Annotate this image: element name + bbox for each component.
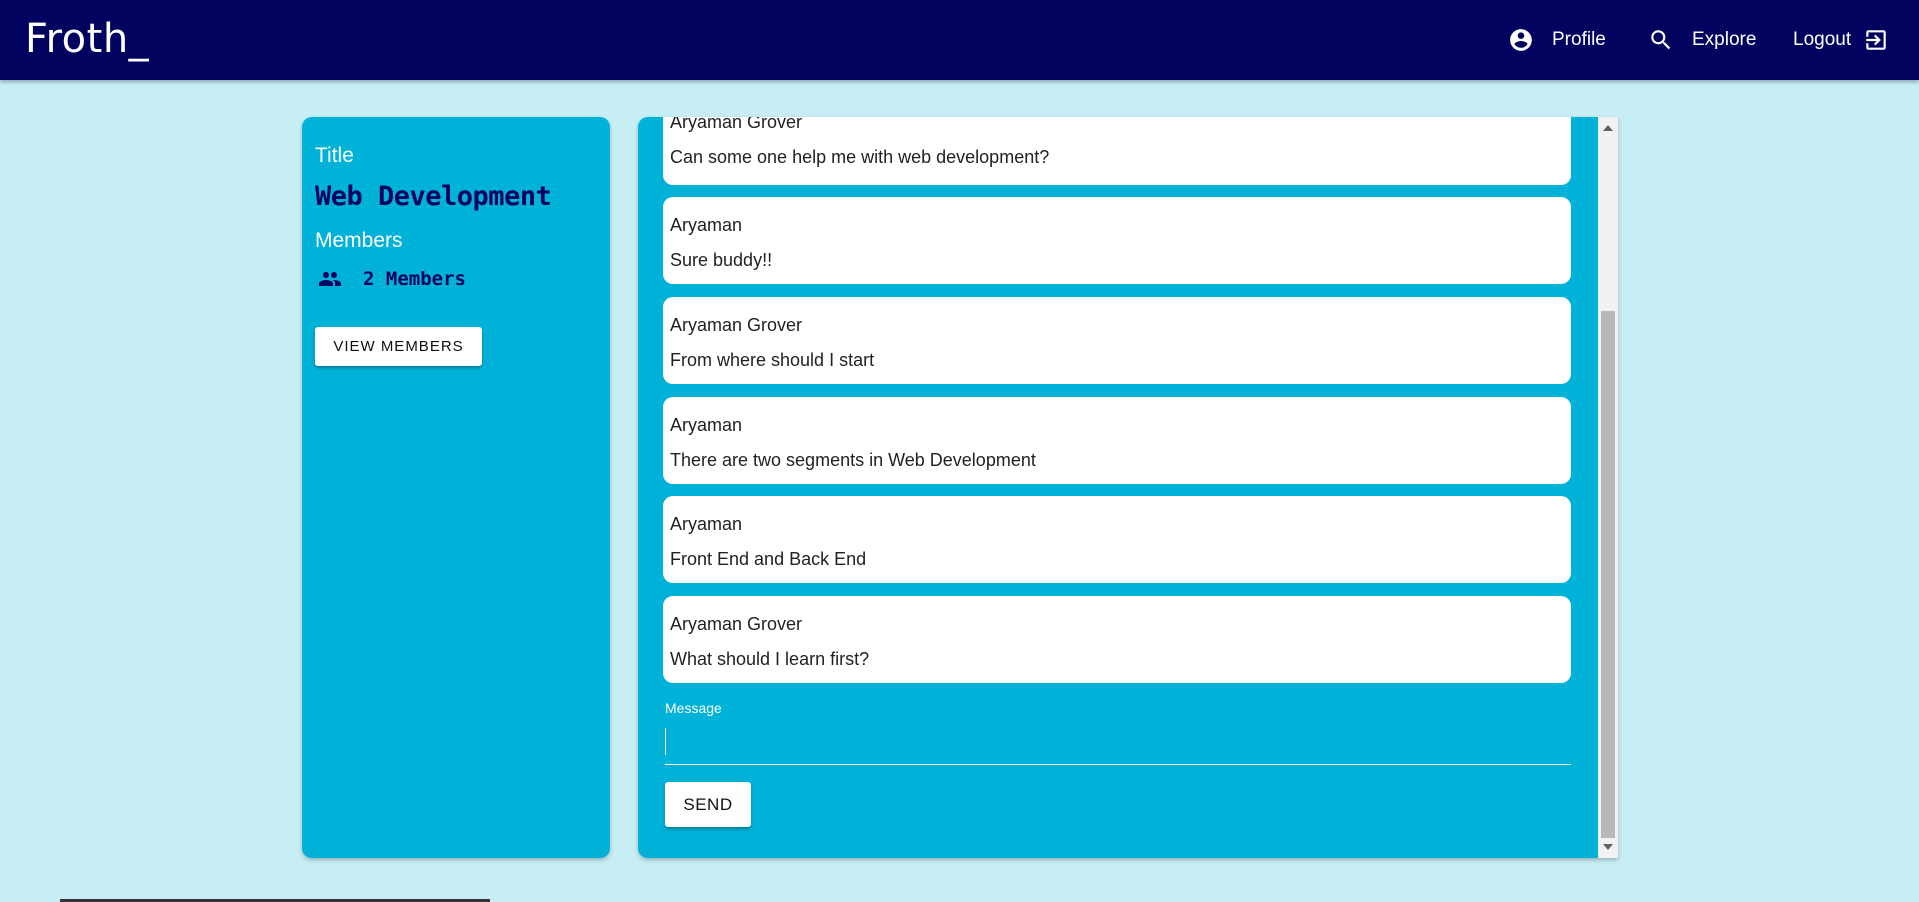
- message-field-label: Message: [665, 700, 722, 716]
- logout-icon: [1866, 30, 1886, 50]
- scroll-up-arrow-icon[interactable]: [1603, 125, 1613, 131]
- nav-explore-button[interactable]: Explore: [1648, 0, 1756, 80]
- nav-explore-label: Explore: [1692, 29, 1757, 50]
- group-info-panel: Title Web Development Members 2 Members …: [302, 117, 610, 858]
- text-caret: [665, 728, 666, 755]
- scroll-down-arrow-icon[interactable]: [1603, 844, 1613, 850]
- send-button[interactable]: SEND: [665, 782, 751, 827]
- message-author: Aryaman: [670, 215, 743, 235]
- view-members-button[interactable]: VIEW MEMBERS: [315, 327, 482, 366]
- message-text: There are two segments in Web Developmen…: [670, 450, 1036, 470]
- search-icon: [1651, 30, 1671, 50]
- app-bar: Froth_ Profile Explore Logout: [0, 0, 1919, 80]
- message-item: Aryaman Grover From where should I start: [663, 297, 1571, 384]
- group-title: Web Development: [315, 181, 552, 212]
- members-count: 2 Members: [363, 268, 466, 290]
- scrollbar-thumb[interactable]: [1601, 311, 1615, 838]
- message-text: Front End and Back End: [670, 549, 867, 569]
- message-item: Aryaman Front End and Back End: [663, 496, 1571, 583]
- message-item: Aryaman There are two segments in Web De…: [663, 397, 1571, 484]
- message-author: Aryaman Grover: [670, 315, 803, 335]
- nav-logout-button[interactable]: Logout: [1793, 0, 1889, 80]
- message-input[interactable]: [665, 722, 1571, 765]
- message-text: From where should I start: [670, 350, 875, 370]
- account-circle-icon: [1510, 29, 1532, 51]
- message-item: Aryaman Sure buddy!!: [663, 197, 1571, 284]
- brand-logo[interactable]: Froth_: [25, 16, 149, 62]
- people-icon: [319, 272, 341, 286]
- message-author: Aryaman: [670, 514, 743, 534]
- message-author: Aryaman Grover: [670, 614, 803, 634]
- message-text: What should I learn first?: [670, 649, 870, 669]
- message-text: Sure buddy!!: [670, 250, 773, 270]
- message-text: Can some one help me with web developmen…: [670, 147, 1050, 167]
- nav-logout-label: Logout: [1793, 29, 1852, 50]
- message-item: Aryaman Grover Can some one help me with…: [663, 117, 1571, 185]
- nav-profile-button[interactable]: Profile: [1508, 0, 1606, 80]
- chat-panel: Aryaman Grover Can some one help me with…: [638, 117, 1618, 858]
- nav-profile-label: Profile: [1552, 29, 1606, 50]
- message-author: Aryaman Grover: [670, 117, 803, 132]
- message-item: Aryaman Grover What should I learn first…: [663, 596, 1571, 683]
- chat-scrollbar[interactable]: [1598, 117, 1618, 858]
- title-caption: Title: [315, 144, 354, 167]
- members-caption: Members: [315, 229, 403, 252]
- message-author: Aryaman: [670, 415, 743, 435]
- members-count-row: 2 Members: [315, 267, 466, 291]
